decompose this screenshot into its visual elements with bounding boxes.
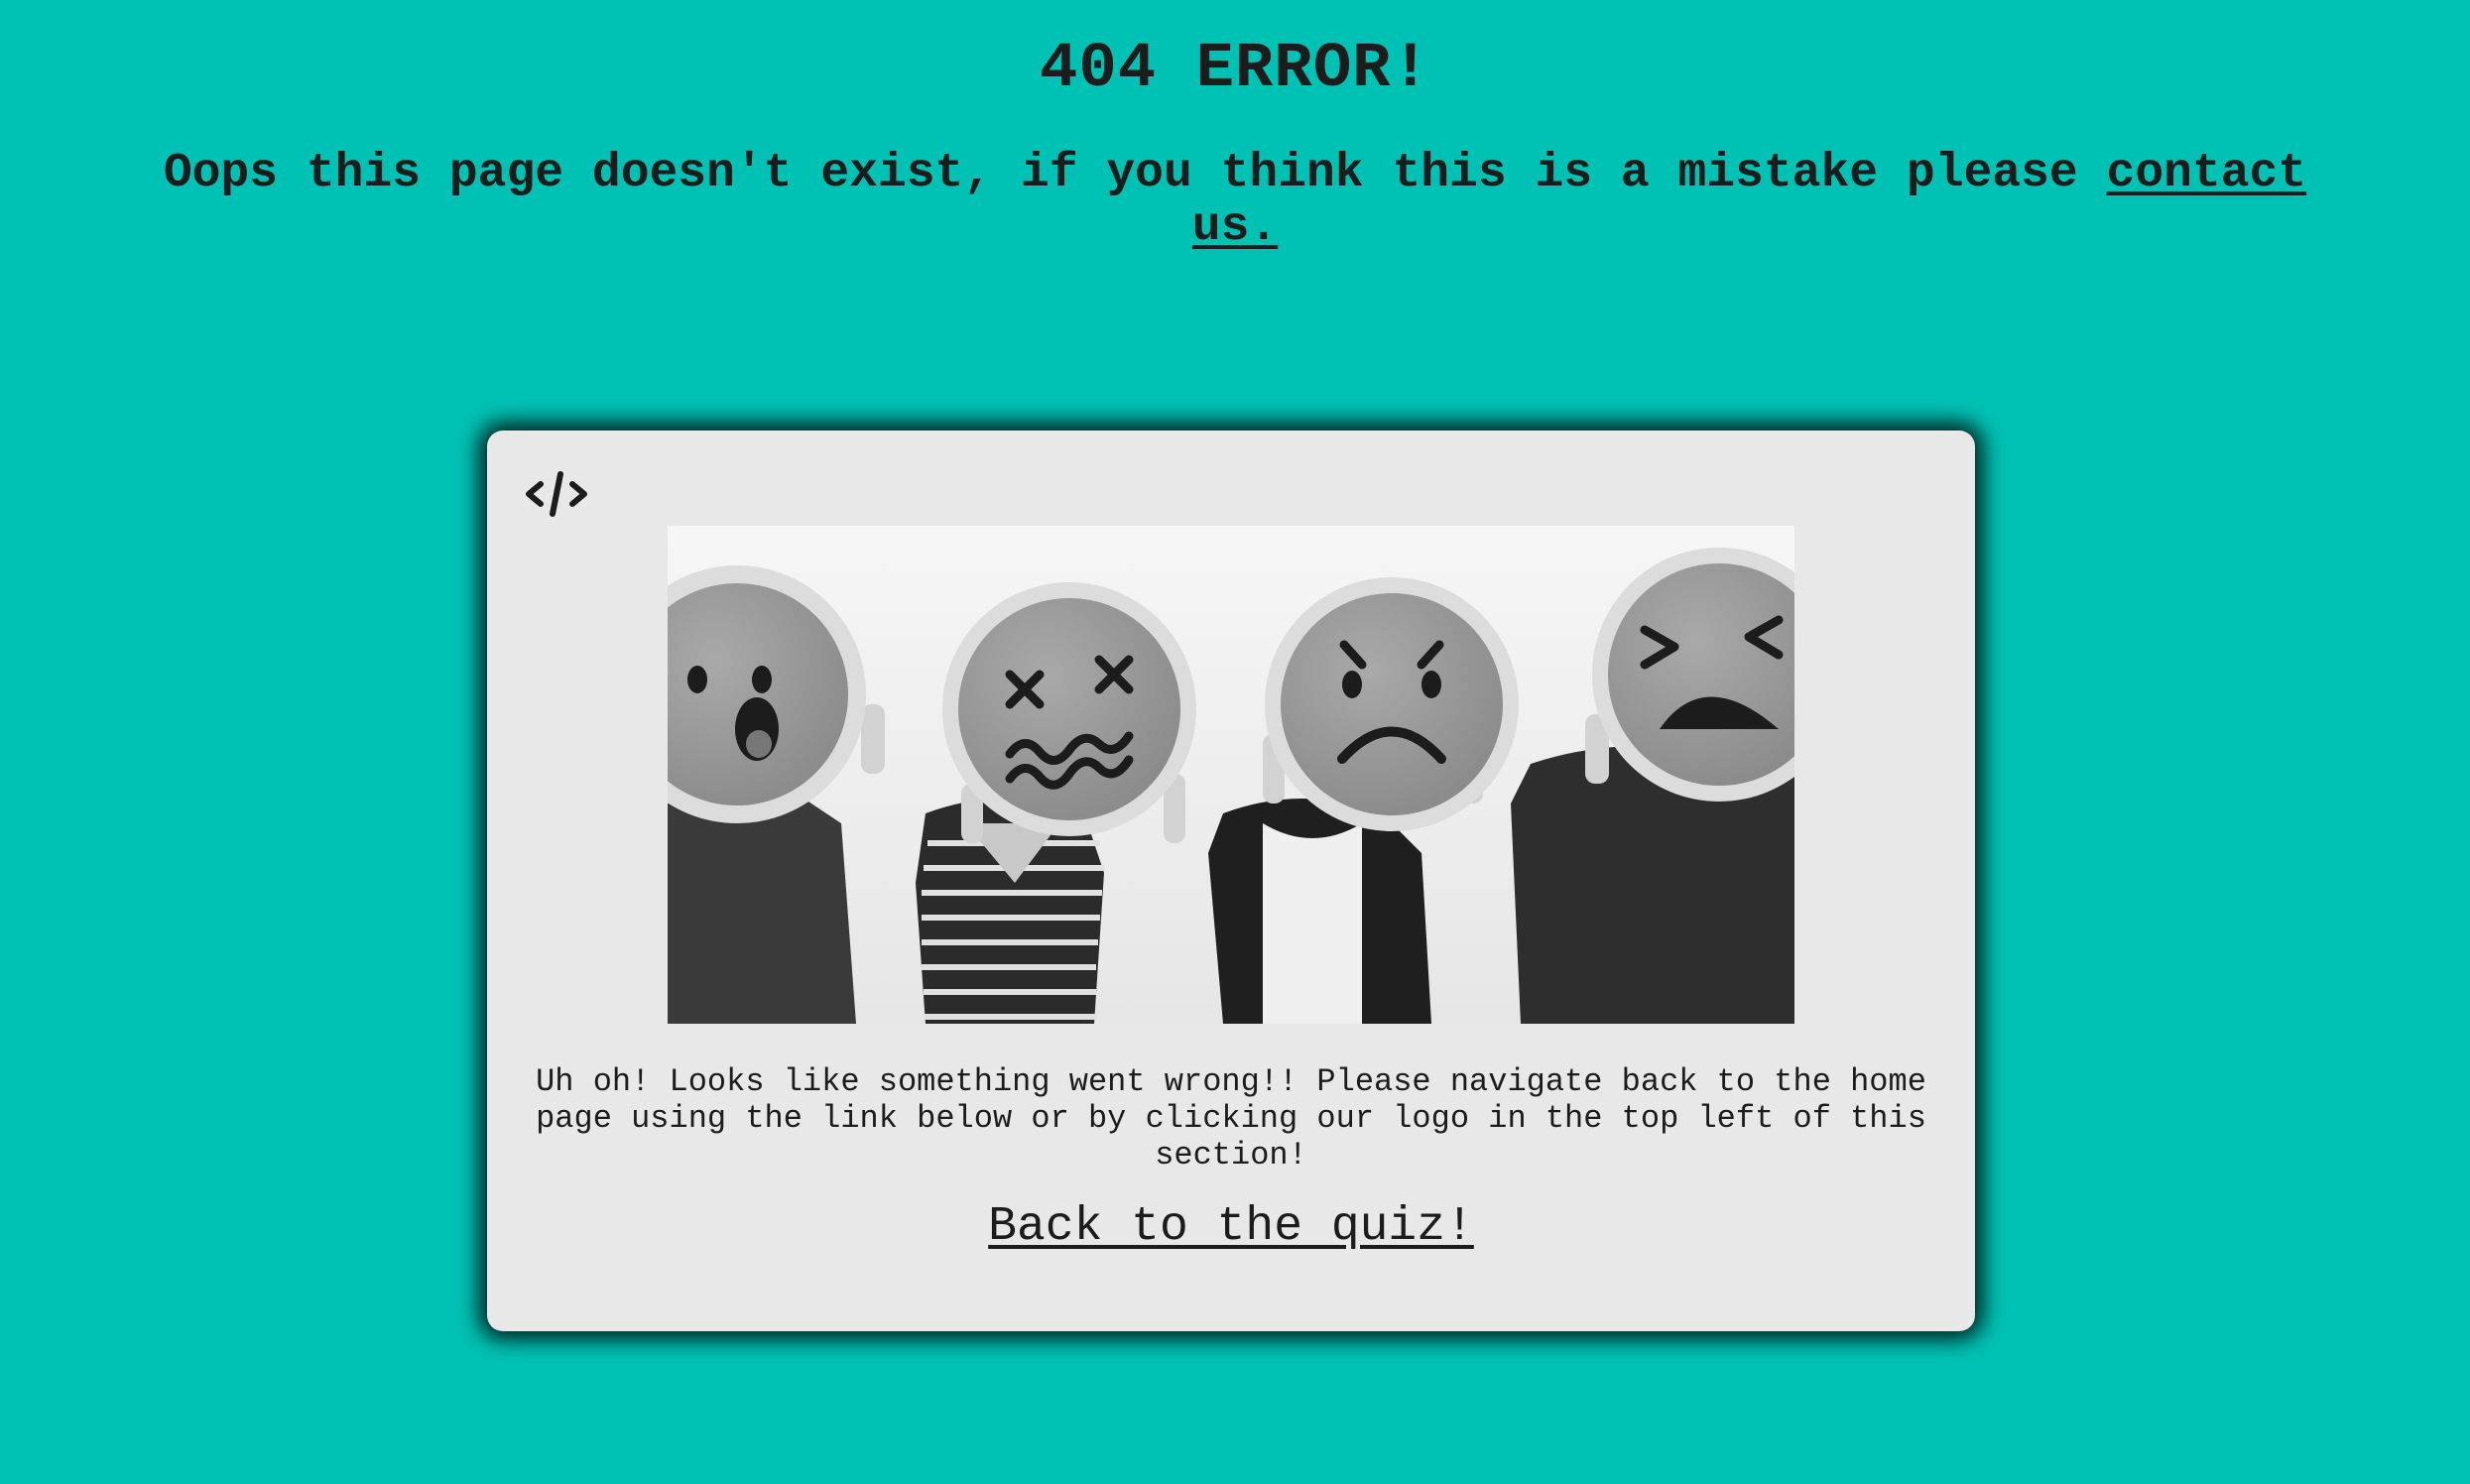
- error-page: 404 ERROR! Oops this page doesn't exist,…: [0, 0, 2470, 1484]
- error-message: Uh oh! Looks like something went wrong!!…: [536, 1063, 1926, 1174]
- back-link-container: Back to the quiz!: [487, 1200, 1975, 1254]
- error-card: Uh oh! Looks like something went wrong!!…: [487, 431, 1975, 1331]
- code-brackets-icon[interactable]: [525, 468, 588, 520]
- subtitle-text: Oops this page doesn't exist, if you thi…: [163, 147, 2107, 200]
- page-title: 404 ERROR!: [1039, 34, 1431, 105]
- back-to-quiz-link[interactable]: Back to the quiz!: [988, 1200, 1474, 1254]
- error-subtitle: Oops this page doesn't exist, if you thi…: [139, 147, 2331, 254]
- emoji-faces-photo: [668, 526, 1794, 1024]
